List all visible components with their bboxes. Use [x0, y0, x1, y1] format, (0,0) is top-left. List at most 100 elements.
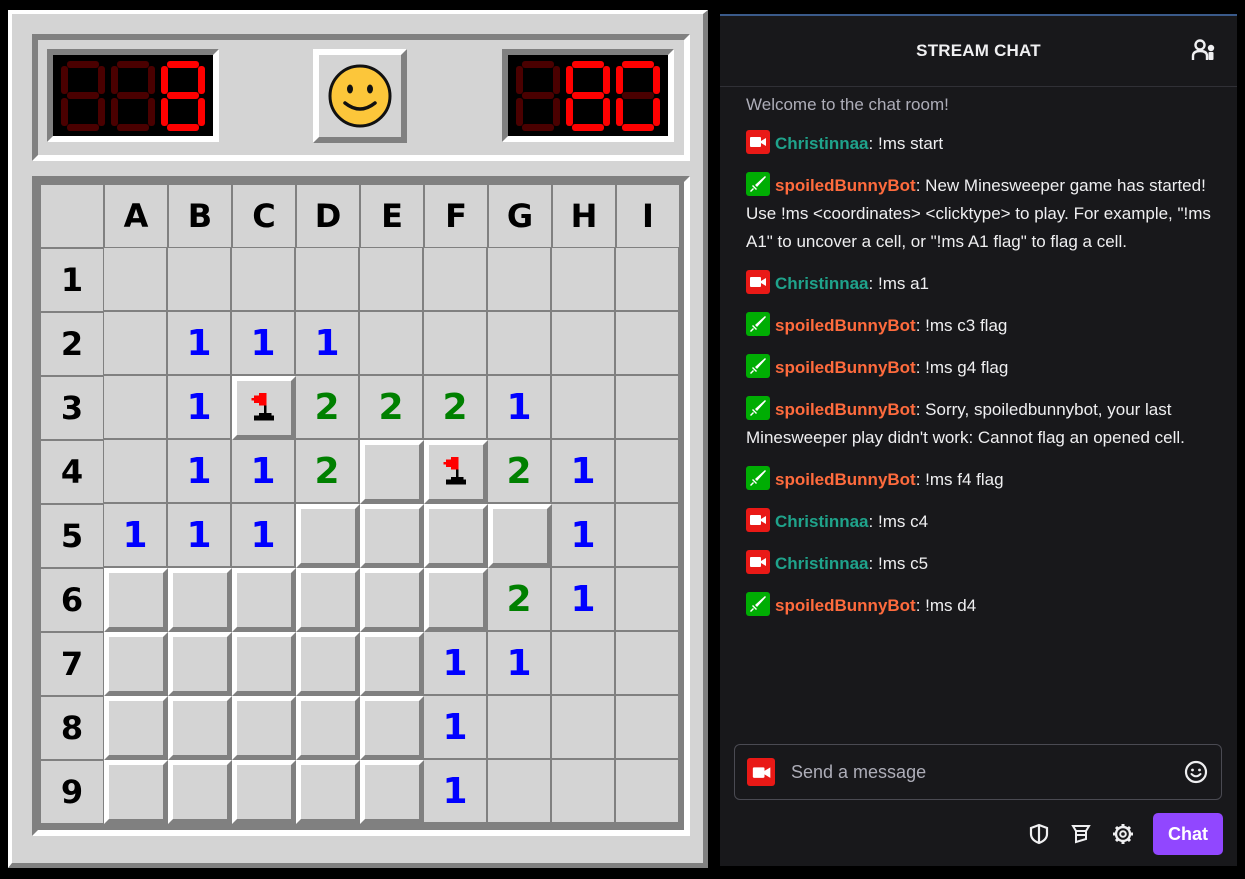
chat-username[interactable]: Christinnaa — [775, 134, 869, 153]
chat-username[interactable]: spoiledBunnyBot — [775, 176, 916, 195]
chat-message: spoiledBunnyBot: Sorry, spoiledbunnybot,… — [746, 396, 1211, 452]
chat-message: Christinnaa: !ms a1 — [746, 270, 1211, 298]
timer-counter — [502, 49, 674, 142]
chat-message-text: !ms c5 — [877, 554, 929, 573]
cell-c9-unrevealed[interactable] — [232, 760, 296, 824]
cell-h8 — [552, 696, 616, 760]
moderator-sword-icon — [746, 354, 770, 378]
chat-separator: : — [915, 316, 926, 335]
moderator-sword-icon — [746, 466, 770, 490]
chat-settings-gear-icon[interactable] — [1111, 822, 1135, 846]
chat-username[interactable]: spoiledBunnyBot — [775, 316, 916, 335]
row-header-1: 1 — [40, 248, 104, 312]
community-users-icon[interactable] — [1191, 38, 1217, 64]
mod-shield-icon[interactable] — [1027, 822, 1051, 846]
predictions-icon[interactable] — [1069, 822, 1093, 846]
cell-e4-unrevealed[interactable] — [360, 440, 424, 504]
timer-digit — [616, 60, 660, 131]
cell-f3: 2 — [424, 376, 488, 440]
column-header-d: D — [296, 184, 360, 248]
chat-separator: : — [868, 134, 878, 153]
cell-c1 — [232, 248, 296, 312]
cell-i2 — [616, 312, 680, 376]
cell-b6-unrevealed[interactable] — [168, 568, 232, 632]
cell-a3 — [104, 376, 168, 440]
mine-counter-digit — [111, 60, 155, 131]
cell-e6-unrevealed[interactable] — [360, 568, 424, 632]
cell-b3: 1 — [168, 376, 232, 440]
cell-i7 — [616, 632, 680, 696]
cell-c6-unrevealed[interactable] — [232, 568, 296, 632]
timer-digit — [516, 60, 560, 131]
reset-smiley-button[interactable] — [313, 49, 407, 143]
cell-e7-unrevealed[interactable] — [360, 632, 424, 696]
chat-username[interactable]: Christinnaa — [775, 512, 869, 531]
send-chat-button[interactable]: Chat — [1153, 813, 1223, 855]
chat-username[interactable]: spoiledBunnyBot — [775, 596, 916, 615]
column-header-g: G — [488, 184, 552, 248]
cell-a8-unrevealed[interactable] — [104, 696, 168, 760]
chat-message-input[interactable] — [789, 760, 1183, 784]
cell-d6-unrevealed[interactable] — [296, 568, 360, 632]
game-header — [32, 34, 690, 161]
cell-g8 — [488, 696, 552, 760]
cell-e5-unrevealed[interactable] — [360, 504, 424, 568]
row-header-5: 5 — [40, 504, 104, 568]
cell-h6: 1 — [552, 568, 616, 632]
cell-h3 — [552, 376, 616, 440]
cell-e8-unrevealed[interactable] — [360, 696, 424, 760]
cell-f6-unrevealed[interactable] — [424, 568, 488, 632]
chat-message-text: !ms g4 flag — [925, 358, 1009, 377]
mine-counter-digit — [61, 60, 105, 131]
cell-c8-unrevealed[interactable] — [232, 696, 296, 760]
cell-d7-unrevealed[interactable] — [296, 632, 360, 696]
chat-header: STREAM CHAT — [720, 16, 1237, 87]
cell-c3-flagged[interactable] — [232, 376, 296, 440]
cell-f4-flagged[interactable] — [424, 440, 488, 504]
cell-i4 — [616, 440, 680, 504]
cell-c5: 1 — [232, 504, 296, 568]
chat-separator: : — [915, 400, 926, 419]
chat-username[interactable]: Christinnaa — [775, 274, 869, 293]
cell-a9-unrevealed[interactable] — [104, 760, 168, 824]
cell-c7-unrevealed[interactable] — [232, 632, 296, 696]
cell-g9 — [488, 760, 552, 824]
board-grid: ABCDEFGHI1211131222141122151111621711819… — [40, 184, 680, 824]
cell-g7: 1 — [488, 632, 552, 696]
cell-a7-unrevealed[interactable] — [104, 632, 168, 696]
cell-e9-unrevealed[interactable] — [360, 760, 424, 824]
cell-a2 — [104, 312, 168, 376]
cell-e1 — [360, 248, 424, 312]
cell-d3: 2 — [296, 376, 360, 440]
chat-username[interactable]: Christinnaa — [775, 554, 869, 573]
cell-d8-unrevealed[interactable] — [296, 696, 360, 760]
cell-d5-unrevealed[interactable] — [296, 504, 360, 568]
mine-counter-digit — [161, 60, 205, 131]
cell-f1 — [424, 248, 488, 312]
stream-chat-panel: STREAM CHAT Welcome to the chat room! Ch… — [720, 14, 1237, 866]
chat-username[interactable]: spoiledBunnyBot — [775, 470, 916, 489]
emoji-picker-icon[interactable] — [1183, 759, 1209, 785]
chat-message-text: !ms c4 — [877, 512, 929, 531]
smiley-face-icon — [328, 64, 392, 128]
cell-f9: 1 — [424, 760, 488, 824]
chat-separator: : — [915, 596, 926, 615]
cell-d9-unrevealed[interactable] — [296, 760, 360, 824]
timer-digit — [566, 60, 610, 131]
cell-b7-unrevealed[interactable] — [168, 632, 232, 696]
chat-separator: : — [915, 358, 926, 377]
chat-username[interactable]: spoiledBunnyBot — [775, 358, 916, 377]
chat-message-text: !ms f4 flag — [925, 470, 1004, 489]
cell-g2 — [488, 312, 552, 376]
cell-b8-unrevealed[interactable] — [168, 696, 232, 760]
cell-f5-unrevealed[interactable] — [424, 504, 488, 568]
chat-message-text: !ms c3 flag — [925, 316, 1008, 335]
cell-a6-unrevealed[interactable] — [104, 568, 168, 632]
chat-username[interactable]: spoiledBunnyBot — [775, 400, 916, 419]
cell-b4: 1 — [168, 440, 232, 504]
cell-b9-unrevealed[interactable] — [168, 760, 232, 824]
flag-icon — [251, 393, 274, 421]
cell-g5-unrevealed[interactable] — [488, 504, 552, 568]
moderator-sword-icon — [746, 592, 770, 616]
cell-h1 — [552, 248, 616, 312]
